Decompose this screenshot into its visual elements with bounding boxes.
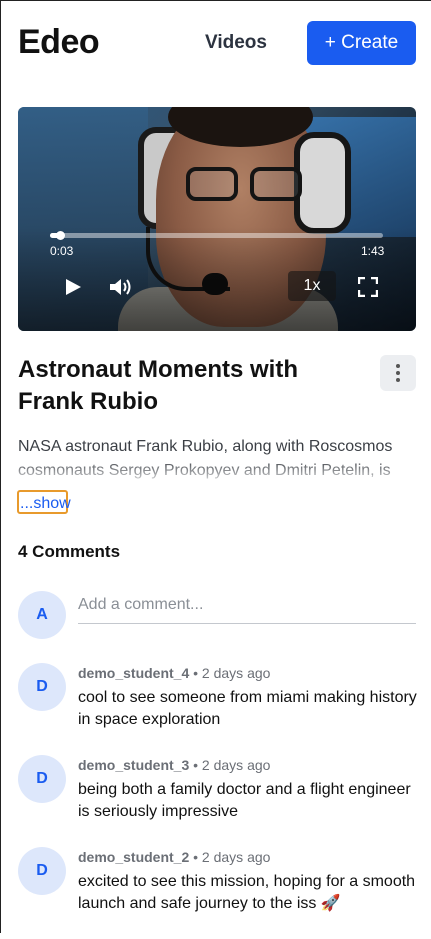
comment-input[interactable] — [78, 587, 416, 624]
comment-item: D demo_student_4 • 2 days ago cool to se… — [1, 663, 431, 755]
nav-link-videos[interactable]: Videos — [205, 32, 267, 54]
comment-item: D demo_student_2 • 2 days ago excited to… — [1, 847, 431, 939]
app-logo[interactable]: Edeo — [18, 23, 100, 62]
top-nav: Edeo Videos + Create — [1, 1, 431, 85]
comment-text: excited to see this mission, hoping for … — [78, 873, 416, 912]
comment-author[interactable]: demo_student_3 — [78, 757, 189, 773]
duration: 1:43 — [361, 244, 385, 258]
more-options-button[interactable] — [380, 355, 416, 391]
comment-text: cool to see someone from miami making hi… — [78, 689, 417, 728]
comments-count: 4 Comments — [18, 542, 121, 561]
comment-avatar: D — [18, 847, 66, 895]
video-title: Astronaut Moments with Frank Rubio — [18, 356, 298, 415]
create-button[interactable]: + Create — [307, 21, 416, 65]
video-frame-glasses — [186, 167, 306, 203]
fullscreen-icon[interactable] — [358, 277, 378, 297]
progress-bar[interactable] — [50, 231, 383, 240]
comment-time: • 2 days ago — [193, 757, 271, 773]
comment-meta: demo_student_3 • 2 days ago — [78, 757, 270, 773]
comment-author[interactable]: demo_student_4 — [78, 665, 189, 681]
volume-icon[interactable] — [108, 276, 134, 298]
comment-avatar: D — [18, 755, 66, 803]
play-icon[interactable] — [64, 278, 82, 296]
show-more-button[interactable]: ...show — [17, 490, 71, 514]
description-fade — [18, 459, 416, 483]
current-time: 0:03 — [50, 244, 74, 258]
comment-meta: demo_student_4 • 2 days ago — [78, 665, 270, 681]
comment-meta: demo_student_2 • 2 days ago — [78, 849, 270, 865]
avatar: A — [18, 591, 66, 639]
progress-handle[interactable] — [55, 231, 65, 240]
more-vertical-icon — [396, 364, 400, 382]
comment-avatar: D — [18, 663, 66, 711]
comment-text: being both a family doctor and a flight … — [78, 781, 411, 820]
comment-author[interactable]: demo_student_2 — [78, 849, 189, 865]
comment-item: D demo_student_3 • 2 days ago being both… — [1, 755, 431, 847]
playback-speed-button[interactable]: 1x — [288, 271, 336, 301]
comment-time: • 2 days ago — [193, 849, 271, 865]
comment-time: • 2 days ago — [193, 665, 271, 681]
video-player[interactable]: 0:03 1:43 1x — [18, 107, 416, 331]
